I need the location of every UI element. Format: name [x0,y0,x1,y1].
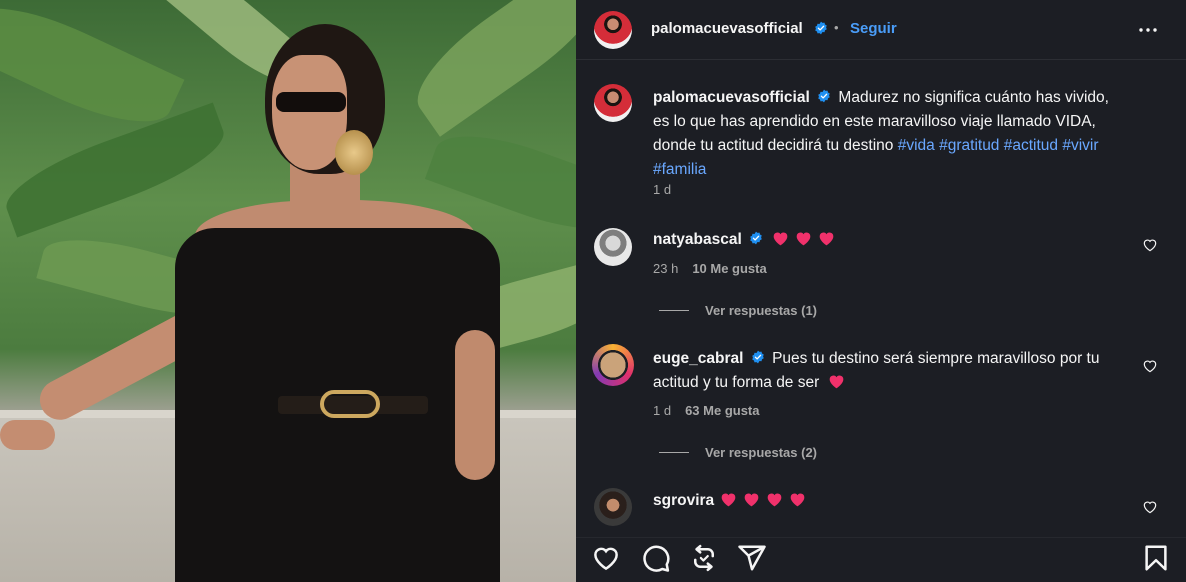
pink-heart-emoji-icon [774,232,788,246]
comment-likes[interactable]: 10 Me gusta [692,261,766,276]
verified-badge-icon [815,21,827,35]
replies-line [659,451,689,453]
comment-heart-icon[interactable] [1142,237,1158,253]
heart-icon[interactable] [591,543,621,573]
hashtag-gratitud[interactable]: #gratitud [939,137,999,154]
sunglasses [276,92,346,112]
view-replies-label: Ver respuestas (2) [705,444,818,460]
verified-badge-icon [818,89,830,103]
hand [0,420,55,450]
hashtag-actitud[interactable]: #actitud [1004,137,1058,154]
caption-time[interactable]: 1 d [653,182,671,197]
comment-likes[interactable]: 63 Me gusta [685,403,759,418]
verified-badge-icon [752,350,764,364]
post-action-bar [576,537,1186,582]
pink-heart-emoji-icon [820,232,834,246]
hashtag-vivir[interactable]: #vivir [1062,137,1098,154]
comment-item: natyabascal [653,228,1113,252]
palm-leaf [0,102,234,238]
comment-item: sgrovira [653,489,1113,513]
view-replies-label: Ver respuestas (1) [705,302,818,318]
more-horizontal-icon[interactable] [1136,18,1160,42]
post-header: palomacuevasofficial • Seguir [576,0,1186,60]
comment-username[interactable]: natyabascal [653,231,742,248]
belt-buckle [320,390,380,418]
author-username[interactable]: palomacuevasofficial [651,20,803,37]
commenter-avatar[interactable] [594,228,632,266]
bookmark-icon[interactable] [1141,543,1171,573]
pink-heart-emoji-icon [797,232,811,246]
pink-heart-emoji-icon [767,493,782,507]
caption-username[interactable]: palomacuevasofficial [653,89,810,106]
post-photo[interactable] [0,0,576,582]
hashtag-vida[interactable]: #vida [898,137,935,154]
replies-line [659,309,689,311]
share-icon[interactable] [737,543,767,573]
comment-icon[interactable] [641,543,671,573]
palm-leaf [399,0,576,137]
pink-heart-emoji-icon [790,493,805,507]
view-replies-button[interactable]: Ver respuestas (2) [659,442,817,462]
caption-timestamp: 1 d [653,182,671,197]
earring [335,130,373,175]
commenter-avatar[interactable] [592,344,634,386]
comment-time[interactable]: 1 d [653,403,671,418]
separator-dot: • [834,20,839,35]
hashtag-familia[interactable]: #familia [653,161,706,178]
comment-meta: 23 h 10 Me gusta [653,261,767,276]
caption-avatar[interactable] [594,84,632,122]
follow-button[interactable]: Seguir [850,20,897,37]
post-detail-panel: palomacuevasofficial • Seguir palomacuev… [576,0,1186,582]
pink-heart-emoji-icon [829,375,843,389]
arm [455,330,495,480]
pink-heart-emoji-icon [744,493,759,507]
pink-heart-emoji-icon [721,493,736,507]
comment-item: euge_cabral Pues tu destino será siempre… [653,347,1113,395]
comment-username[interactable]: euge_cabral [653,350,743,367]
view-replies-button[interactable]: Ver respuestas (1) [659,300,817,320]
author-avatar[interactable] [594,11,632,49]
verified-badge-icon [750,231,762,245]
comment-heart-icon[interactable] [1142,499,1158,515]
repost-icon[interactable] [689,543,719,573]
post-caption: palomacuevasofficial Madurez no signific… [653,86,1123,182]
comment-heart-icon[interactable] [1142,358,1158,374]
commenter-avatar[interactable] [594,488,632,526]
comment-time[interactable]: 23 h [653,261,678,276]
comment-meta: 1 d 63 Me gusta [653,403,760,418]
comment-username[interactable]: sgrovira [653,492,714,509]
